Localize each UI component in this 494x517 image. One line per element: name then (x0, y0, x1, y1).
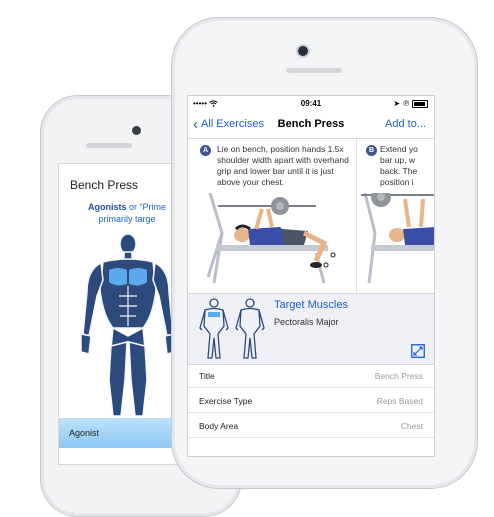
back-phone-camera (132, 126, 141, 135)
battery-icon (412, 99, 428, 108)
detail-label: Exercise Type (199, 396, 253, 406)
targe-label: primarily targe (98, 214, 156, 224)
detail-value: Reps Based (376, 396, 423, 406)
location-arrow-icon: ➤ (393, 99, 401, 108)
step-text-b: Extend yo bar up, w back. The position i (380, 144, 434, 188)
step-card-a: A Lie on bench, position hands 1.5x shou… (188, 139, 357, 293)
front-phone-screen: ••••• 09:41 ➤ ℗ ‹ All Exercises Bench Pr… (187, 95, 435, 457)
detail-value: Chest (400, 421, 423, 431)
add-to-button[interactable]: Add to... (385, 118, 426, 130)
step-text-b-line: Extend yo (380, 144, 418, 154)
detail-row-exercise-type[interactable]: Exercise Type Reps Based (188, 388, 434, 413)
target-muscle-name: Pectoralis Major (274, 317, 339, 327)
back-page-title: Bench Press (70, 178, 139, 192)
detail-row-body-area[interactable]: Body Area Chest (188, 413, 434, 438)
step-badge-a: A (200, 145, 211, 156)
navigation-bar: ‹ All Exercises Bench Press Add to... (188, 112, 434, 139)
prime-label: or “Prime (126, 202, 167, 212)
status-bar: ••••• 09:41 ➤ ℗ (188, 96, 434, 112)
detail-row-title[interactable]: Title Bench Press (188, 363, 434, 388)
agonist-label: Agonist (69, 428, 100, 438)
step-badge-b: B (366, 145, 377, 156)
target-muscles-title: Target Muscles (274, 299, 348, 311)
step-text-b-line: position i (380, 177, 414, 187)
target-muscles-panel[interactable]: Target Muscles Pectoralis Major (188, 293, 434, 365)
exercise-steps-carousel[interactable]: A Lie on bench, position hands 1.5x shou… (188, 139, 434, 293)
detail-value: Bench Press (374, 371, 423, 381)
front-phone-speaker (286, 68, 342, 73)
step-text-b-line: bar up, w (380, 155, 415, 165)
step-text-b-line: back. The (380, 166, 418, 176)
step-text-a: Lie on bench, position hands 1.5x should… (217, 144, 349, 187)
bench-press-illustration-b (361, 193, 434, 284)
front-phone-camera (298, 46, 308, 56)
detail-label: Body Area (199, 421, 239, 431)
detail-label: Title (199, 371, 215, 381)
step-card-b: B Extend yo bar up, w back. The position… (357, 139, 434, 293)
expand-icon[interactable] (411, 344, 425, 358)
muscle-diagram-icon (199, 298, 265, 359)
bench-press-illustration (206, 193, 336, 284)
body-figure-illustration (80, 233, 176, 417)
status-icons: ➤ ℗ (393, 99, 428, 108)
agonists-label: Agonists (87, 202, 127, 212)
back-phone-speaker (86, 143, 132, 148)
bluetooth-icon: ℗ (403, 99, 409, 108)
